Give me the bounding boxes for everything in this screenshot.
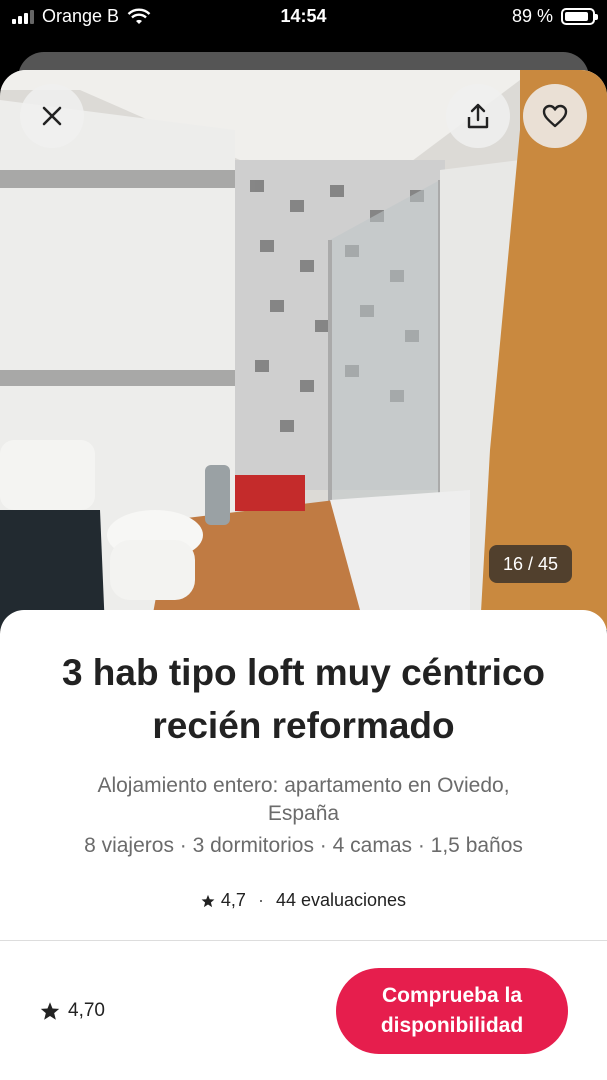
- listing-info-sheet: 3 hab tipo loft muy céntrico recién refo…: [0, 610, 607, 1080]
- battery-icon: [561, 8, 598, 25]
- listing-title: 3 hab tipo loft muy céntrico recién refo…: [61, 652, 546, 746]
- listing-details: 8 viajeros · 3 dormitorios · 4 camas · 1…: [84, 834, 523, 857]
- check-availability-button[interactable]: Comprueba la disponibilidad: [336, 968, 568, 1054]
- star-icon: [40, 1002, 60, 1020]
- footer-rating-value: 4,70: [68, 1000, 105, 1021]
- star-icon: [201, 894, 215, 907]
- reviews-count[interactable]: 44 evaluaciones: [276, 890, 406, 911]
- listing-subtitle: Alojamiento entero: apartamento en Ovied…: [97, 774, 510, 825]
- divider: [0, 940, 607, 941]
- heart-icon: [542, 104, 568, 128]
- favorite-button[interactable]: [523, 84, 587, 148]
- rating-value: 4,7: [220, 890, 246, 910]
- share-icon: [467, 103, 489, 129]
- close-icon: [42, 106, 62, 126]
- status-bar: Orange B 14:54 89 %: [0, 0, 607, 36]
- battery-group: 89 %: [511, 6, 598, 27]
- rating-summary[interactable]: 4,7 · 44 evaluaciones: [0, 890, 607, 911]
- rating-separator: ·: [257, 890, 264, 910]
- photo-counter: 16 / 45: [489, 545, 573, 583]
- share-button[interactable]: [446, 84, 510, 148]
- footer-rating: 4,70: [40, 1000, 105, 1022]
- battery-percent: 89 %: [511, 6, 553, 26]
- close-button[interactable]: [20, 84, 84, 148]
